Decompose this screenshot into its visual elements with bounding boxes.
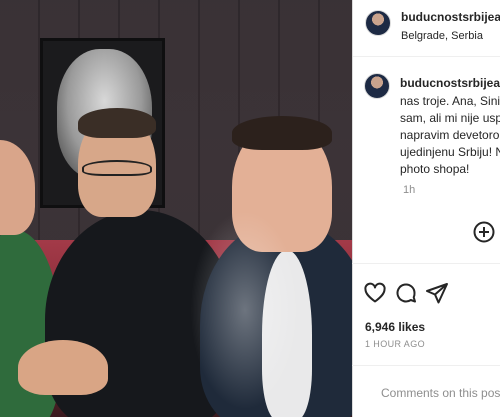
caption-line: ujedinjenu Srbiju! N (400, 145, 500, 159)
comment-input[interactable]: Comments on this post h (381, 386, 500, 400)
caption-line: sam, ali mi nije uspe (400, 111, 500, 125)
heart-icon[interactable] (363, 281, 387, 305)
divider (352, 263, 500, 264)
caption-line: photo shopa! (400, 162, 470, 176)
caption-username[interactable]: buducnostsrbijeav (400, 76, 500, 90)
glasses (82, 160, 152, 176)
location-link[interactable]: Belgrade, Serbia (401, 30, 483, 42)
post-sidebar: buducnostsrbijeav Belgrade, Serbia (352, 0, 500, 417)
person-right-hair (232, 116, 332, 150)
caption-line: napravim devetoro. (400, 128, 500, 142)
like-count[interactable]: 6,946 likes (365, 320, 425, 334)
divider (352, 365, 500, 366)
avatar[interactable] (365, 10, 391, 36)
header-username[interactable]: buducnostsrbijeav (401, 10, 500, 24)
post-time-ago: 1 HOUR AGO (365, 339, 426, 349)
caption-timestamp: 1h (403, 184, 416, 196)
post-header: buducnostsrbijeav Belgrade, Serbia (353, 0, 500, 57)
plus-circle-icon[interactable] (472, 220, 496, 244)
caption-line: nas troje. Ana, Siniša (400, 94, 500, 108)
light-glare (190, 210, 300, 410)
caption-avatar[interactable] (364, 73, 390, 99)
comment-bubble-icon[interactable] (394, 281, 418, 305)
person-middle-hair (78, 108, 156, 138)
paper-plane-icon[interactable] (425, 281, 449, 305)
hand (18, 340, 108, 395)
post-photo[interactable] (0, 0, 352, 417)
